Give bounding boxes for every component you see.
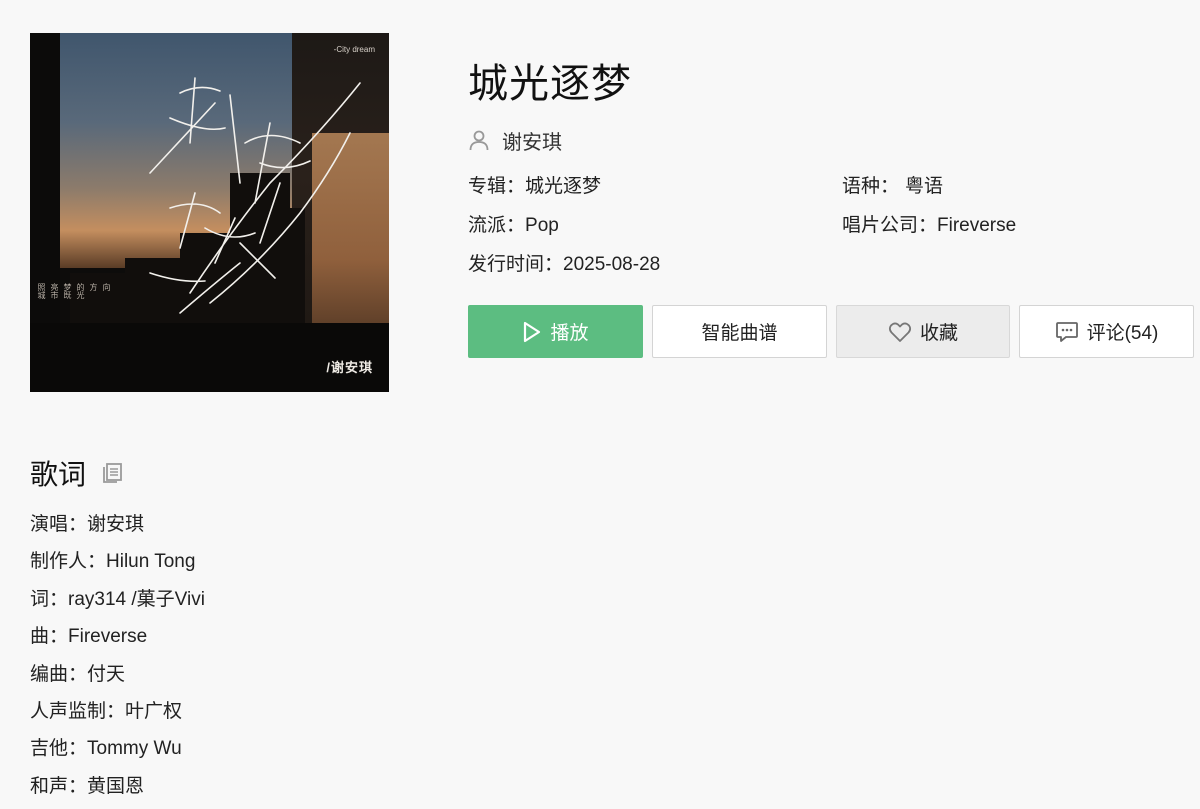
release-label: 发行时间：	[468, 254, 564, 275]
play-label: 播放	[550, 323, 589, 344]
cover-vertical-text: 照城 亮市 梦既 的光 方 向	[36, 283, 156, 299]
lyrics-header: 歌词	[30, 455, 124, 491]
cover-artist-signature: /谢安琪	[326, 360, 373, 375]
favorite-label: 收藏	[919, 323, 958, 344]
comment-icon	[1055, 321, 1078, 342]
comment-label: 评论(54)	[1086, 323, 1159, 344]
cover-tag: -City dream	[333, 45, 375, 54]
credit-line: 吉他：Tommy Wu	[30, 738, 182, 760]
record-label-label: 唱片公司：	[842, 215, 938, 236]
lyrics-credits: 演唱：谢安琪 制作人：Hilun Tong 词：ray314 /菓子Vivi 曲…	[30, 510, 205, 809]
album-label: 专辑：	[468, 176, 526, 197]
genre-info: 流派：Pop	[468, 213, 559, 239]
cover-handwriting	[149, 77, 361, 314]
album-cover: -City dream 照城 亮市 梦既 的光 方 向 /谢安琪	[30, 33, 389, 392]
play-button[interactable]: 播放	[468, 305, 643, 358]
credit-line: 曲：Fireverse	[30, 626, 148, 648]
lyrics-heading: 歌词	[30, 459, 87, 490]
heart-icon	[888, 322, 912, 342]
copy-icon[interactable]	[100, 461, 124, 485]
play-icon	[524, 321, 541, 342]
cover-vertical-line: 方	[89, 283, 98, 291]
genre-label: 流派：	[468, 215, 526, 236]
cover-vertical-line: 向	[102, 283, 111, 291]
credit-line: 人声监制：叶广权	[30, 700, 183, 722]
cover-vertical-line: 的光	[76, 283, 85, 299]
album-info: 专辑：城光逐梦	[468, 174, 601, 200]
credit-line: 演唱：谢安琪	[30, 514, 145, 535]
song-title: 城光逐梦	[468, 62, 632, 106]
language-info: 语种： 粤语	[842, 174, 943, 200]
album-value[interactable]: 城光逐梦	[525, 176, 601, 197]
favorite-button[interactable]: 收藏	[836, 305, 1010, 358]
credit-line: 词：ray314 /菓子Vivi	[30, 588, 205, 610]
artist-name[interactable]: 谢安琪	[502, 126, 562, 155]
genre-value: Pop	[525, 215, 559, 236]
release-info: 发行时间：2025-08-28	[468, 252, 660, 278]
smart-sheet-label: 智能曲谱	[701, 323, 778, 344]
smart-sheet-button[interactable]: 智能曲谱	[652, 305, 827, 358]
credit-line: 和声：黄国恩	[30, 775, 145, 797]
credit-line: 制作人：Hilun Tong	[30, 551, 196, 573]
credit-line: 编曲：付天	[30, 663, 126, 685]
artist-row[interactable]: 谢安琪	[468, 126, 562, 154]
language-value: 粤语	[905, 176, 944, 197]
comment-button[interactable]: 评论(54)	[1019, 305, 1194, 358]
cover-vertical-line: 梦既	[63, 283, 72, 299]
record-label-info: 唱片公司：Fireverse	[842, 213, 1016, 239]
record-label-value: Fireverse	[937, 215, 1017, 236]
language-label: 语种：	[842, 176, 900, 197]
cover-vertical-line: 照城	[37, 283, 46, 299]
cover-vertical-line: 亮市	[50, 283, 59, 299]
release-value: 2025-08-28	[563, 254, 661, 275]
user-icon	[469, 130, 489, 151]
